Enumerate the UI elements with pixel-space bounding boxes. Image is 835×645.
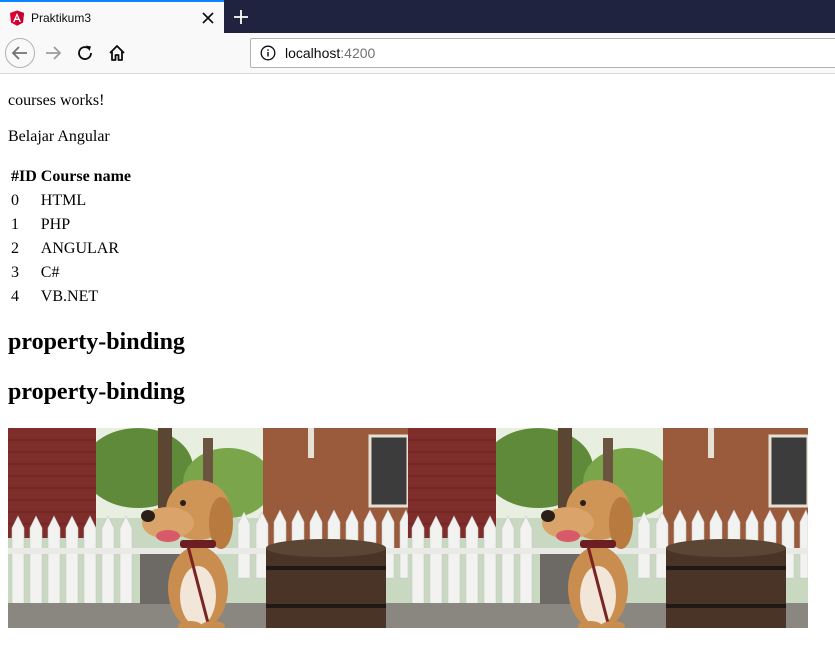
tab-strip: Praktikum3 — [0, 0, 835, 33]
course-id: 0 — [11, 192, 19, 209]
table-row: 1 PHP — [10, 214, 132, 236]
home-icon — [109, 45, 125, 61]
courses-table: #ID Course name 0 HTML 1 PHP 2 ANGULAR 3… — [8, 164, 134, 310]
dog-photo — [8, 428, 408, 628]
table-header-row: #ID Course name — [10, 166, 132, 188]
arrow-right-icon — [46, 46, 62, 60]
plus-icon — [234, 10, 248, 24]
course-name: VB.NET — [40, 288, 99, 305]
navigation-toolbar: localhost:4200 — [0, 33, 835, 74]
column-header-course-name: Course name — [40, 168, 131, 185]
image-row — [8, 428, 808, 628]
address-bar[interactable]: localhost:4200 — [250, 38, 835, 68]
course-id: 2 — [11, 240, 19, 257]
column-header-id: #ID — [11, 168, 37, 185]
arrow-left-icon — [11, 46, 27, 60]
dog-photo — [408, 428, 808, 628]
course-id: 1 — [11, 216, 19, 233]
page-subtitle: Belajar Angular — [8, 128, 110, 145]
table-row: 0 HTML — [10, 190, 132, 212]
browser-tab[interactable]: Praktikum3 — [0, 0, 224, 33]
url-port: :4200 — [340, 45, 376, 61]
section-heading: property-binding — [8, 379, 185, 405]
reload-icon — [78, 45, 92, 60]
back-button[interactable] — [5, 38, 35, 68]
course-name: ANGULAR — [40, 240, 119, 257]
course-name: HTML — [40, 192, 87, 209]
course-name: PHP — [40, 216, 71, 233]
info-icon[interactable] — [260, 45, 276, 61]
table-row: 2 ANGULAR — [10, 238, 132, 260]
reload-button[interactable] — [71, 39, 99, 67]
table-row: 3 C# — [10, 262, 132, 284]
table-row: 4 VB.NET — [10, 286, 132, 308]
section-heading: property-binding — [8, 329, 185, 355]
url-host: localhost — [285, 45, 341, 61]
home-button[interactable] — [103, 39, 131, 67]
course-id: 4 — [11, 288, 19, 305]
course-name: C# — [40, 264, 60, 281]
close-tab-icon[interactable] — [197, 7, 219, 29]
tab-title: Praktikum3 — [31, 10, 92, 25]
new-tab-button[interactable] — [228, 4, 254, 30]
forward-button[interactable] — [39, 39, 67, 67]
url-text: localhost:4200 — [285, 45, 375, 61]
course-id: 3 — [11, 264, 19, 281]
angular-logo-icon — [9, 10, 25, 26]
courses-status-text: courses works! — [8, 92, 105, 109]
